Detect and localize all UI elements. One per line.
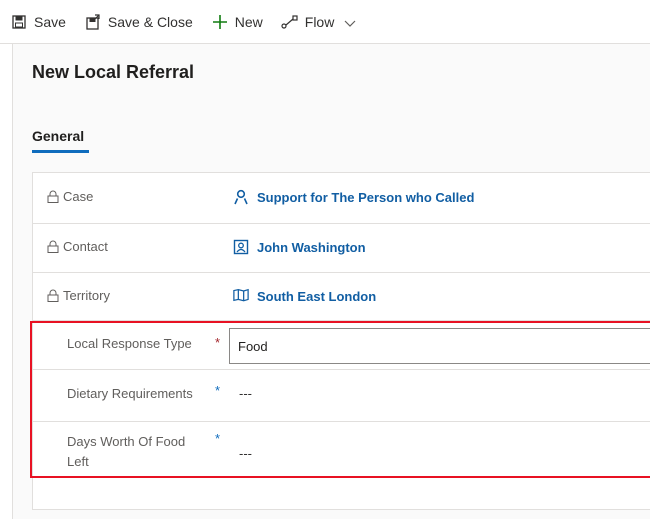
save-icon: [10, 13, 28, 31]
field-row-case: Case Support for The Person who Called: [33, 173, 650, 224]
case-lookup-link[interactable]: Support for The Person who Called: [233, 189, 474, 205]
territory-label-container: Territory: [47, 288, 110, 303]
contact-value: John Washington: [257, 239, 366, 255]
field-row-contact: Contact John Washington: [33, 224, 650, 273]
lock-icon: [47, 190, 59, 203]
territory-label: Territory: [63, 288, 110, 303]
contact-card-icon: [233, 239, 249, 255]
new-label: New: [234, 13, 263, 30]
case-label: Case: [63, 189, 94, 204]
contact-lookup-link[interactable]: John Washington: [233, 239, 366, 255]
person-icon: [233, 189, 249, 205]
plus-icon: [211, 13, 229, 31]
save-and-close-button[interactable]: Save & Close: [84, 7, 193, 37]
tab-general[interactable]: General: [32, 128, 84, 144]
tab-selected-indicator: [32, 150, 89, 153]
case-label-container: Case: [47, 189, 93, 204]
save-label: Save: [34, 13, 66, 30]
save-close-icon: [84, 13, 102, 31]
page-title: New Local Referral: [32, 62, 195, 82]
flow-button[interactable]: Flow: [281, 7, 357, 37]
new-button[interactable]: New: [211, 7, 263, 37]
flow-icon: [281, 13, 299, 31]
field-row-territory: Territory South East London: [33, 273, 650, 321]
lock-icon: [47, 240, 59, 253]
lock-icon: [47, 289, 59, 302]
case-value: Support for The Person who Called: [257, 189, 475, 205]
save-button[interactable]: Save: [10, 7, 66, 37]
save-close-label: Save & Close: [107, 13, 193, 30]
chevron-down-icon[interactable]: [344, 16, 356, 28]
command-bar: Save Save & Close New Flow: [0, 0, 650, 44]
territory-lookup-link[interactable]: South East London: [233, 288, 376, 304]
contact-label: Contact: [63, 239, 108, 254]
highlight-box: [30, 321, 650, 478]
map-icon: [233, 288, 249, 304]
territory-value: South East London: [257, 288, 377, 304]
contact-label-container: Contact: [47, 239, 108, 254]
flow-label: Flow: [304, 13, 335, 30]
